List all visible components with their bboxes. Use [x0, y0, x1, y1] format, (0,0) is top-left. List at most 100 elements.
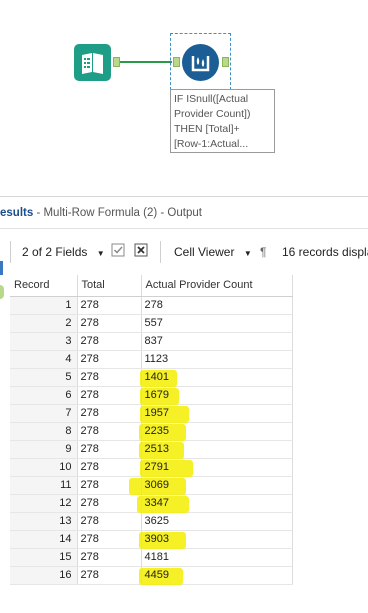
input-tool[interactable]: [74, 44, 111, 81]
cell-actual-provider-count[interactable]: 837: [141, 332, 293, 351]
cell-actual-provider-count[interactable]: 4459: [138, 566, 293, 585]
formula-tool-input-anchor[interactable]: [173, 57, 180, 67]
caret-down-icon: ▼: [243, 249, 252, 258]
cell-record[interactable]: 3: [10, 332, 78, 351]
column-header-actual-provider-count[interactable]: Actual Provider Count: [141, 275, 293, 297]
grid-header-row: Record Total Actual Provider Count: [10, 275, 293, 297]
cell-total[interactable]: 278: [77, 422, 142, 441]
cell-record[interactable]: 11: [10, 476, 78, 495]
cell-actual-provider-count[interactable]: 3903: [138, 530, 293, 549]
table-row[interactable]: 15 278 4181: [10, 548, 293, 567]
cell-record[interactable]: 1: [10, 296, 78, 315]
cell-total[interactable]: 278: [77, 494, 142, 513]
cell-actual-provider-count[interactable]: 3625: [141, 512, 293, 531]
cell-record[interactable]: 8: [10, 422, 78, 441]
table-row[interactable]: 16 278 4459: [10, 566, 293, 585]
cell-total[interactable]: 278: [77, 314, 142, 333]
cell-total[interactable]: 278: [77, 548, 142, 567]
cell-value: 278: [144, 299, 163, 311]
cell-record[interactable]: 14: [10, 530, 78, 549]
cell-record[interactable]: 16: [10, 566, 78, 585]
multi-row-formula-tool[interactable]: [182, 44, 219, 81]
cell-value: 2791: [144, 461, 169, 473]
close-box-icon[interactable]: [134, 243, 148, 260]
pilcrow-icon[interactable]: ¶: [260, 245, 266, 259]
caret-down-icon: ▼: [96, 249, 105, 258]
cell-total[interactable]: 278: [77, 332, 142, 351]
table-row[interactable]: 7 278 1957: [10, 404, 293, 423]
column-header-total[interactable]: Total: [77, 275, 142, 297]
cell-total[interactable]: 278: [77, 404, 142, 423]
cell-actual-provider-count[interactable]: 1679: [139, 386, 293, 405]
cell-record[interactable]: 15: [10, 548, 78, 567]
cell-value: 1123: [144, 353, 169, 365]
annotation-line: [Row-1:Actual...: [174, 138, 249, 150]
table-row[interactable]: 6 278 1679: [10, 386, 293, 405]
cell-total[interactable]: 278: [77, 296, 142, 315]
column-header-record[interactable]: Record: [10, 275, 78, 297]
cell-actual-provider-count[interactable]: 3069: [128, 476, 293, 495]
cell-actual-provider-count[interactable]: 2791: [139, 458, 293, 477]
checkbox-icon[interactable]: [111, 243, 125, 260]
cell-total[interactable]: 278: [77, 350, 142, 369]
table-row[interactable]: 9 278 2513: [10, 440, 293, 459]
results-subtitle: - Multi-Row Formula (2) - Output: [33, 207, 202, 219]
cell-actual-provider-count[interactable]: 557: [141, 314, 293, 333]
cell-value: 3625: [144, 515, 169, 527]
tool-annotation: IF ISnull([Actual Provider Count]) THEN [T…: [170, 89, 275, 153]
cell-actual-provider-count[interactable]: 2235: [138, 422, 293, 441]
cell-total[interactable]: 278: [77, 512, 142, 531]
cell-value: 4181: [144, 551, 169, 563]
cell-total[interactable]: 278: [77, 566, 142, 585]
connection-line[interactable]: [120, 61, 172, 63]
cell-total[interactable]: 278: [77, 368, 142, 387]
anchor-indicator: [0, 285, 4, 299]
cell-record[interactable]: 10: [10, 458, 78, 477]
cell-total[interactable]: 278: [77, 458, 142, 477]
cell-record[interactable]: 4: [10, 350, 78, 369]
cell-actual-provider-count[interactable]: 1123: [141, 350, 293, 369]
cell-record[interactable]: 7: [10, 404, 78, 423]
table-row[interactable]: 1 278 278: [10, 296, 293, 315]
cell-value: 837: [144, 335, 163, 347]
cell-actual-provider-count[interactable]: 3347: [136, 494, 293, 513]
results-toolbar: 2 of 2 Fields ▼ Cell Viewer ▼ ¶ 16 recor…: [0, 233, 368, 269]
cell-value: 1401: [144, 371, 169, 383]
table-row[interactable]: 3 278 837: [10, 332, 293, 351]
table-row[interactable]: 10 278 2791: [10, 458, 293, 477]
book-icon: [82, 53, 103, 74]
table-row[interactable]: 8 278 2235: [10, 422, 293, 441]
cell-actual-provider-count[interactable]: 2513: [138, 440, 293, 459]
table-row[interactable]: 11 278 3069: [10, 476, 293, 495]
cell-viewer-label: Cell Viewer: [174, 245, 235, 259]
table-row[interactable]: 13 278 3625: [10, 512, 293, 531]
annotation-line: IF ISnull([Actual: [174, 93, 249, 105]
cell-record[interactable]: 2: [10, 314, 78, 333]
records-count: 16 records displa: [282, 245, 368, 259]
cell-record[interactable]: 9: [10, 440, 78, 459]
workflow-canvas[interactable]: IF ISnull([Actual Provider Count]) THEN [T…: [0, 0, 368, 195]
cell-actual-provider-count[interactable]: 278: [141, 296, 293, 315]
cell-record[interactable]: 12: [10, 494, 78, 513]
formula-tool-output-anchor[interactable]: [222, 57, 229, 67]
cell-value: 4459: [144, 569, 169, 581]
cell-actual-provider-count[interactable]: 4181: [141, 548, 293, 567]
cell-total[interactable]: 278: [77, 386, 142, 405]
cell-record[interactable]: 5: [10, 368, 78, 387]
cell-actual-provider-count[interactable]: 1401: [139, 368, 293, 387]
fields-dropdown[interactable]: 2 of 2 Fields ▼: [22, 245, 105, 259]
cell-total[interactable]: 278: [77, 530, 142, 549]
cell-record[interactable]: 13: [10, 512, 78, 531]
cell-actual-provider-count[interactable]: 1957: [139, 404, 293, 423]
table-row[interactable]: 14 278 3903: [10, 530, 293, 549]
cell-record[interactable]: 6: [10, 386, 78, 405]
results-grid[interactable]: Record Total Actual Provider Count 1 278 2…: [10, 275, 293, 585]
table-row[interactable]: 4 278 1123: [10, 350, 293, 369]
toolbar-divider: [160, 241, 161, 263]
table-row[interactable]: 2 278 557: [10, 314, 293, 333]
cell-total[interactable]: 278: [77, 440, 142, 459]
cell-viewer-dropdown[interactable]: Cell Viewer ▼: [174, 245, 252, 259]
input-tool-output-anchor[interactable]: [113, 57, 120, 67]
table-row[interactable]: 12 278 3347: [10, 494, 293, 513]
table-row[interactable]: 5 278 1401: [10, 368, 293, 387]
